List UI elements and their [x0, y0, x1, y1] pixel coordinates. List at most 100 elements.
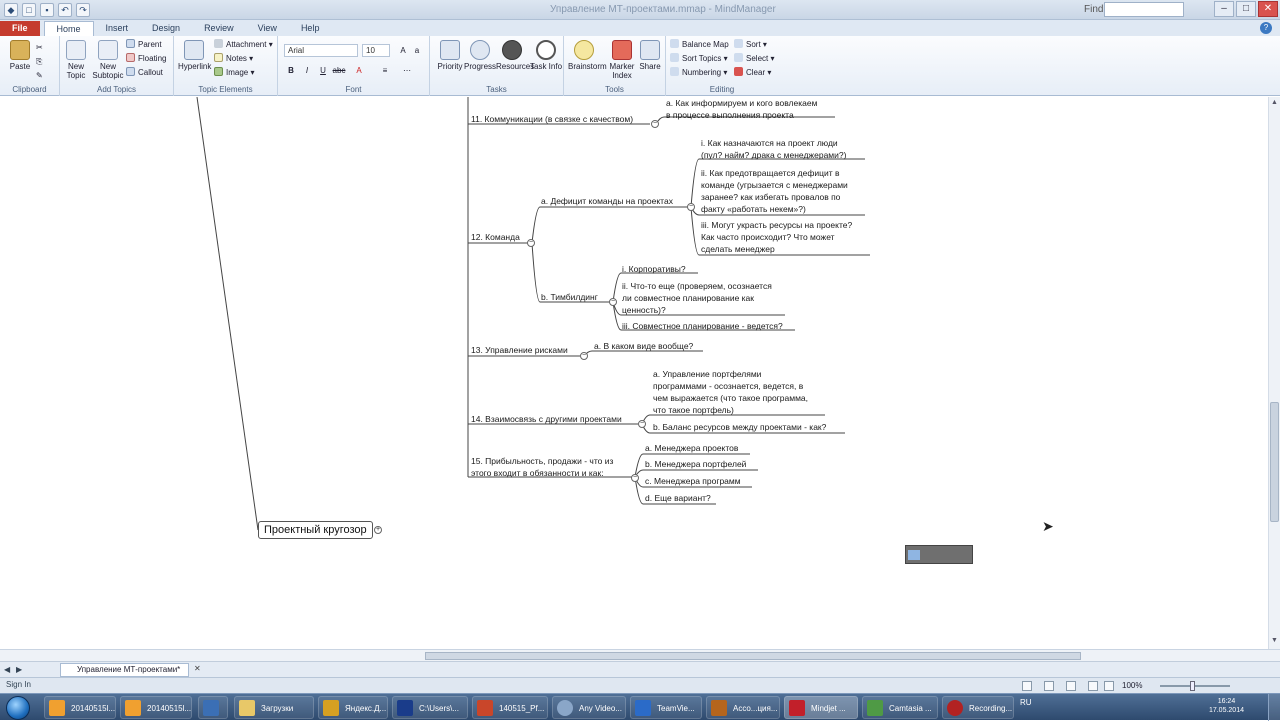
grow-font-icon[interactable]: A — [396, 44, 410, 57]
numbering-button[interactable]: Numbering ▾ — [670, 67, 727, 79]
filter-icon[interactable] — [1022, 681, 1032, 691]
notes-button[interactable]: Notes ▾ — [214, 53, 253, 65]
taskbar-item[interactable]: 140515_Pf... — [472, 696, 548, 719]
callout-button[interactable]: Callout — [126, 67, 163, 79]
horizontal-scroll-thumb[interactable] — [425, 652, 1081, 660]
new-topic-button[interactable]: New Topic — [60, 40, 92, 80]
vertical-scrollbar[interactable]: ▲ ▼ — [1268, 97, 1280, 649]
topic-14[interactable]: 14. Взаимосвязь с другими проектами — [471, 413, 622, 425]
paste-button[interactable]: Paste — [4, 40, 36, 71]
topic-14b[interactable]: b. Баланс ресурсов между проектами - как… — [653, 421, 826, 433]
taskbar-item[interactable]: Any Video... — [552, 696, 626, 719]
parent-button[interactable]: Parent — [126, 39, 162, 51]
tab-review[interactable]: Review — [192, 21, 246, 36]
maximize-button[interactable]: □ — [1236, 1, 1256, 17]
topic-12a-i[interactable]: i. Как назначаются на проект люди (пул? … — [701, 137, 846, 161]
sign-in-status[interactable]: Sign In — [6, 680, 31, 689]
taskbar-item[interactable]: C:\Users\... — [392, 696, 468, 719]
format-painter-icon[interactable]: ✎ — [36, 70, 43, 82]
topic-11[interactable]: 11. Коммуникации (в связке с качеством) — [471, 113, 633, 125]
tab-home[interactable]: Home — [43, 21, 94, 36]
gear-icon[interactable] — [1066, 681, 1076, 691]
map-canvas[interactable]: 11. Коммуникации (в связке с качеством) … — [0, 97, 1268, 649]
priority-button[interactable]: Priority — [434, 40, 466, 71]
collapse-toggle[interactable]: − — [580, 352, 588, 360]
topic-12a-ii[interactable]: ii. Как предотвращается дефицит в команд… — [701, 167, 848, 215]
progress-button[interactable]: Progress — [464, 40, 496, 71]
align-icon[interactable]: ≡ — [378, 64, 392, 77]
italic-icon[interactable]: I — [300, 64, 314, 77]
view-normal-icon[interactable] — [1088, 681, 1098, 691]
undo-icon[interactable]: ↶ — [58, 3, 72, 17]
tab-help[interactable]: Help — [289, 21, 332, 36]
zoom-slider[interactable] — [1160, 685, 1230, 687]
document-tab[interactable]: Управление МТ-проектами* — [60, 663, 190, 677]
topic-13a[interactable]: a. В каком виде вообще? — [594, 340, 693, 352]
taskbar-item[interactable]: 20140515l... — [44, 696, 116, 719]
taskbar-item[interactable]: Recording... — [942, 696, 1014, 719]
font-size-select[interactable]: 10 — [362, 44, 390, 57]
find-input[interactable] — [1104, 2, 1184, 17]
shrink-font-icon[interactable]: a — [410, 44, 424, 57]
topic-11a[interactable]: a. Как информируем и кого вовлекаем в пр… — [666, 97, 817, 121]
scroll-up-icon[interactable]: ▲ — [1270, 99, 1279, 109]
resources-button[interactable]: Resources — [496, 40, 534, 71]
sort-button[interactable]: Sort ▾ — [734, 39, 767, 51]
topic-12b-ii[interactable]: ii. Что-то еще (проверяем, осознается ли… — [622, 280, 772, 316]
more-format-icon[interactable]: ⋯ — [400, 64, 414, 77]
app-icon[interactable]: ◆ — [4, 3, 18, 17]
start-button[interactable] — [6, 696, 30, 720]
expand-toggle[interactable]: + — [374, 526, 382, 534]
help-icon[interactable]: ? — [1260, 22, 1272, 34]
floating-button[interactable]: Floating — [126, 53, 166, 65]
topic-15a[interactable]: a. Менеджера проектов — [645, 442, 738, 454]
attachment-button[interactable]: Attachment ▾ — [214, 39, 273, 51]
clear-button[interactable]: Clear ▾ — [734, 67, 771, 79]
taskbar-item[interactable]: Яндекс.Д... — [318, 696, 388, 719]
language-indicator[interactable]: RU — [1020, 698, 1032, 707]
topic-14a[interactable]: a. Управление портфелями программами - о… — [653, 368, 808, 416]
taskbar-item[interactable]: TeamVie... — [630, 696, 702, 719]
taskbar-item[interactable]: Mindjet ... — [784, 696, 858, 719]
close-tab-icon[interactable]: ✕ — [194, 664, 201, 673]
show-desktop-button[interactable] — [1268, 694, 1280, 721]
taskbar-item[interactable] — [198, 696, 228, 719]
tab-design[interactable]: Design — [140, 21, 192, 36]
view-fit-icon[interactable] — [1104, 681, 1114, 691]
underline-icon[interactable]: U — [316, 64, 330, 77]
minimize-button[interactable]: – — [1214, 1, 1234, 17]
taskbar-item[interactable]: Camtasia ... — [862, 696, 938, 719]
font-color-icon[interactable]: A — [352, 64, 366, 77]
select-button[interactable]: Select ▾ — [734, 53, 774, 65]
topic-12b-iii[interactable]: iii. Совместное планирование - ведется? — [622, 320, 783, 332]
tab-view[interactable]: View — [246, 21, 289, 36]
hyperlink-button[interactable]: Hyperlink — [178, 40, 211, 71]
brainstorm-button[interactable]: Brainstorm — [568, 40, 607, 71]
zoom-slider-knob[interactable] — [1190, 681, 1195, 691]
collapse-toggle[interactable]: − — [631, 474, 639, 482]
topic-15b[interactable]: b. Менеджера портфелей — [645, 458, 746, 470]
strikethrough-icon[interactable]: abc — [332, 64, 346, 77]
topic-12[interactable]: 12. Команда — [471, 231, 520, 243]
image-button[interactable]: Image ▾ — [214, 67, 254, 79]
close-button[interactable]: ✕ — [1258, 1, 1278, 17]
font-name-select[interactable]: Arial — [284, 44, 358, 57]
collapse-toggle[interactable]: − — [687, 203, 695, 211]
redo-icon[interactable]: ↷ — [76, 3, 90, 17]
tab-next-icon[interactable]: ▶ — [16, 665, 22, 674]
taskbar-item[interactable]: Загрузки — [234, 696, 314, 719]
new-subtopic-button[interactable]: New Subtopic — [92, 40, 124, 80]
balance-map-button[interactable]: Balance Map — [670, 39, 729, 51]
tab-prev-icon[interactable]: ◀ — [4, 665, 10, 674]
collapse-toggle[interactable]: − — [651, 120, 659, 128]
clock[interactable]: 16:24 17.05.2014 — [1209, 697, 1244, 715]
copy-icon[interactable]: ⎘ — [36, 56, 42, 68]
tab-insert[interactable]: Insert — [94, 21, 141, 36]
topic-12a[interactable]: a. Дефицит команды на проектах — [541, 195, 673, 207]
topic-13[interactable]: 13. Управление рисками — [471, 344, 568, 356]
save-icon[interactable]: ▪ — [40, 3, 54, 17]
new-icon[interactable]: □ — [22, 3, 36, 17]
taskbar-item[interactable]: 20140515l... — [120, 696, 192, 719]
vertical-scroll-thumb[interactable] — [1270, 402, 1279, 522]
task-info-button[interactable]: Task Info — [530, 40, 562, 71]
